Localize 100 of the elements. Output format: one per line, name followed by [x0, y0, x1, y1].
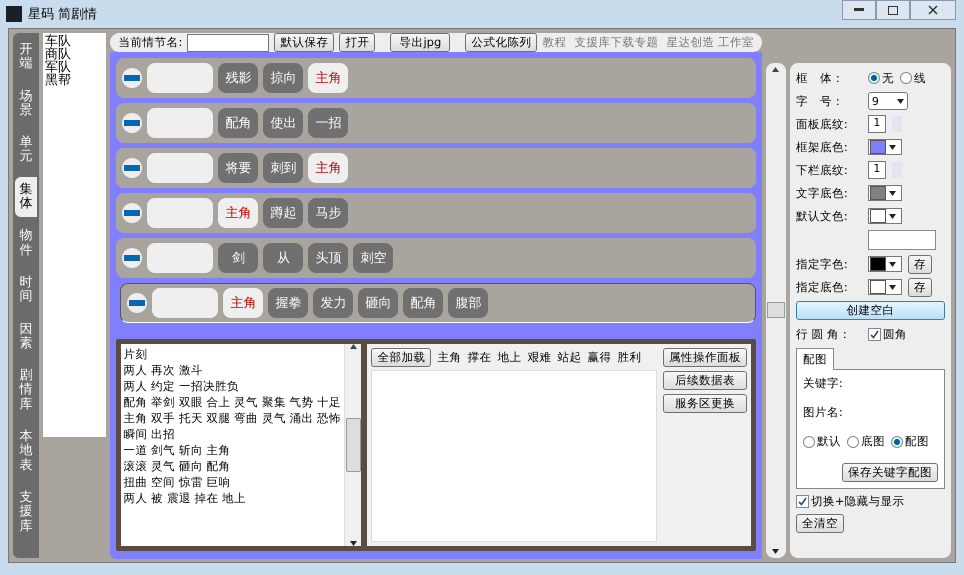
scroll-up-icon[interactable]: [772, 67, 780, 72]
side-tab[interactable]: 因素: [14, 316, 37, 358]
remove-button[interactable]: [127, 293, 148, 313]
scrollbar-thumb[interactable]: [346, 418, 361, 472]
word-chip[interactable]: 将要: [218, 153, 258, 183]
number-field[interactable]: 1: [868, 115, 886, 133]
checkbox-option[interactable]: 圆角: [868, 326, 907, 342]
side-tab[interactable]: 物件: [14, 223, 37, 264]
word-chip[interactable]: 刺到: [263, 153, 304, 183]
list-item[interactable]: 军队: [44, 61, 104, 74]
radio-option[interactable]: 默认: [802, 434, 841, 449]
word-chip[interactable]: 一招: [308, 108, 348, 138]
word-chip[interactable]: 使出: [263, 108, 304, 138]
save-button[interactable]: 存: [908, 278, 932, 296]
word-chip[interactable]: 主角: [308, 63, 348, 93]
side-tab[interactable]: 单元: [14, 130, 37, 171]
word-chip[interactable]: 握拳: [268, 288, 308, 318]
side-tab[interactable]: 剧情库: [14, 363, 37, 418]
clear-all-button[interactable]: 全清空: [796, 514, 844, 533]
remove-button[interactable]: [122, 158, 142, 178]
setting-label: 框 体：: [796, 70, 845, 86]
sentence-row[interactable]: 将要 刺到 主角: [116, 148, 756, 188]
checkbox-option[interactable]: 切换+隐藏与显示: [796, 494, 945, 509]
word-chip[interactable]: 砸向: [358, 288, 398, 318]
caret-icon[interactable]: [888, 284, 896, 290]
sentence-row[interactable]: 主角 蹲起 马步: [116, 193, 756, 233]
word-chip[interactable]: 剑: [218, 243, 258, 273]
sentence-row[interactable]: 残影 掠向 主角: [116, 58, 756, 98]
word-chip[interactable]: 掠向: [263, 63, 304, 93]
sentence-row[interactable]: 配角 使出 一招: [116, 103, 756, 143]
radio-option[interactable]: 配图: [890, 434, 929, 449]
save-image-button[interactable]: 保存关键字配图: [842, 463, 938, 482]
list-item[interactable]: 车队: [44, 35, 104, 48]
side-tab[interactable]: 时间: [14, 270, 37, 311]
panel-button[interactable]: 属性操作面板: [663, 348, 748, 367]
name-field[interactable]: [187, 34, 270, 52]
color-picker[interactable]: [868, 185, 902, 201]
close-button[interactable]: [910, 0, 956, 20]
radio-option[interactable]: 无: [868, 70, 894, 86]
word-chip[interactable]: 主角: [218, 198, 258, 228]
toolbar-link[interactable]: 支援库下载专题: [574, 35, 658, 50]
toolbar-button[interactable]: 公式化陈列: [465, 33, 538, 52]
sentence-row[interactable]: 主角 握拳 发力 砸向 配角 腹部: [120, 283, 756, 323]
toolbar-button[interactable]: 打开: [339, 33, 376, 52]
sentence-row[interactable]: 剑 从 头顶 刺空: [116, 238, 756, 278]
word-chip[interactable]: 刺空: [353, 243, 394, 273]
scrollbar-thumb[interactable]: [766, 302, 785, 318]
side-tab[interactable]: 场景: [14, 84, 37, 124]
remove-button[interactable]: [122, 203, 142, 223]
word-chip[interactable]: 配角: [218, 108, 258, 138]
side-tab[interactable]: 开端: [14, 37, 37, 78]
color-picker[interactable]: [868, 279, 902, 295]
color-picker[interactable]: [868, 208, 902, 224]
app-icon: [6, 6, 22, 22]
font-size-select[interactable]: 9: [868, 92, 908, 110]
text-field[interactable]: [868, 230, 936, 250]
word-chip[interactable]: 配角: [403, 288, 444, 318]
remove-button[interactable]: [122, 68, 142, 88]
panel-button[interactable]: 服务区更换: [663, 394, 748, 413]
maximize-button[interactable]: [876, 0, 910, 20]
side-tab[interactable]: 本地表: [14, 424, 37, 479]
scroll-down-icon[interactable]: [772, 549, 780, 554]
word-chip[interactable]: 腹部: [448, 288, 488, 318]
caret-icon[interactable]: [888, 144, 896, 150]
number-field[interactable]: 1: [868, 161, 886, 179]
panel-button[interactable]: 后续数据表: [663, 371, 748, 390]
scroll-down-icon[interactable]: [350, 541, 357, 546]
word-chip[interactable]: 马步: [308, 198, 348, 228]
word-chip[interactable]: 主角: [223, 288, 264, 318]
caret-icon[interactable]: [896, 98, 904, 104]
remove-button[interactable]: [122, 248, 142, 268]
save-button[interactable]: 存: [908, 254, 932, 274]
color-picker[interactable]: [868, 139, 902, 155]
create-blank-button[interactable]: 创建空白: [796, 301, 945, 320]
word-chip[interactable]: 发力: [313, 288, 354, 318]
list-item[interactable]: 黑帮: [44, 74, 104, 87]
caret-icon[interactable]: [888, 214, 896, 218]
toolbar-button[interactable]: 默认保存: [274, 33, 334, 52]
load-all-button[interactable]: 全部加载: [371, 348, 432, 367]
word-chip[interactable]: 主角: [308, 153, 348, 183]
minimize-button[interactable]: [842, 0, 876, 20]
color-picker[interactable]: [868, 256, 902, 272]
toolbar-button[interactable]: 导出jpg: [390, 33, 450, 52]
remove-button[interactable]: [122, 113, 142, 133]
caret-icon[interactable]: [888, 190, 896, 196]
scroll-up-icon[interactable]: [350, 344, 357, 349]
radio-option[interactable]: 底图: [846, 434, 885, 449]
toolbar-link[interactable]: 教程: [542, 35, 566, 50]
panel-tab[interactable]: 配图: [796, 348, 834, 370]
radio-option[interactable]: 线: [900, 70, 926, 86]
word-chip[interactable]: 头顶: [308, 243, 348, 273]
toolbar-link[interactable]: 星达创造 工作室: [666, 35, 754, 50]
loaded-word: 赢得: [587, 350, 612, 365]
word-chip[interactable]: 蹲起: [263, 198, 304, 228]
list-item[interactable]: 商队: [44, 48, 104, 61]
side-tab[interactable]: 集体: [14, 176, 37, 218]
word-chip[interactable]: 从: [263, 243, 304, 273]
caret-icon[interactable]: [888, 262, 896, 266]
side-tab[interactable]: 支援库: [14, 484, 37, 540]
word-chip[interactable]: 残影: [218, 63, 258, 93]
